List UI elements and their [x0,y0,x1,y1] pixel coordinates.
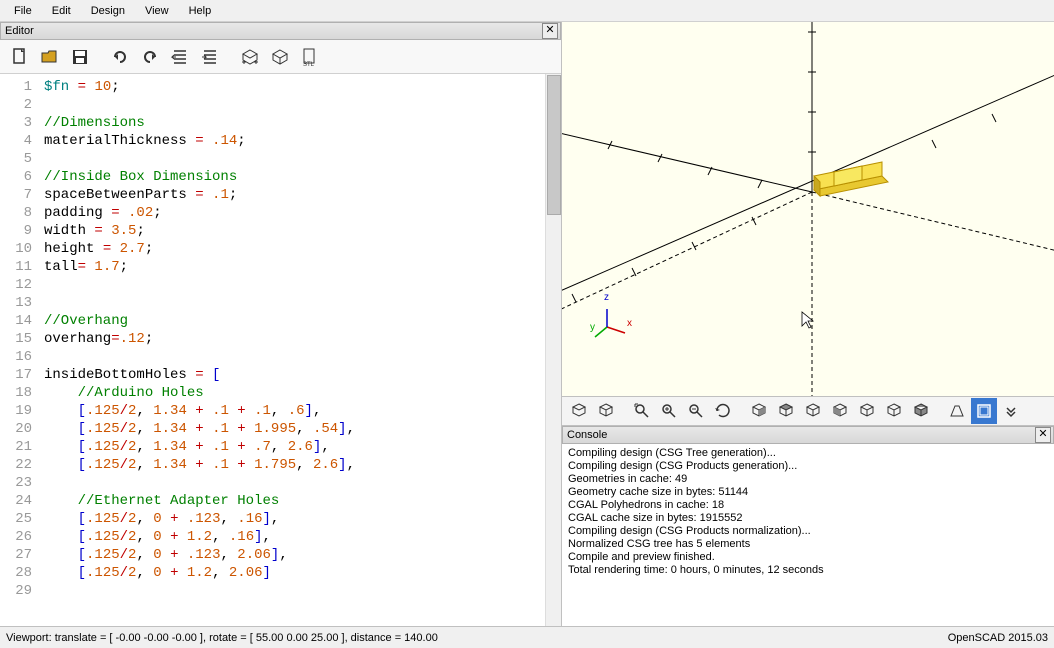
axis-z-label: z [604,292,609,303]
viewport-scene [562,22,1054,396]
menu-file[interactable]: File [4,2,42,20]
view-right-icon[interactable] [746,398,772,424]
editor-toolbar: STL [0,40,561,74]
view-diagonal-icon[interactable] [908,398,934,424]
perspective-icon[interactable] [944,398,970,424]
indent-icon[interactable] [196,43,224,71]
undo-icon[interactable] [106,43,134,71]
reset-view-icon[interactable] [710,398,736,424]
editor-close-button[interactable]: ✕ [542,23,558,39]
view-front-icon[interactable] [854,398,880,424]
render-icon[interactable] [266,43,294,71]
show-axes-icon[interactable] [971,398,997,424]
preview-icon[interactable] [236,43,264,71]
view-back-icon[interactable] [881,398,907,424]
code-editor[interactable]: 1234567891011121314151617181920212223242… [0,74,561,626]
svg-text:STL: STL [303,62,315,67]
view-top-icon[interactable] [773,398,799,424]
menu-view[interactable]: View [135,2,179,20]
console-output[interactable]: Compiling design (CSG Tree generation)..… [562,444,1054,626]
status-app-version: OpenSCAD 2015.03 [948,632,1048,644]
zoom-in-icon[interactable] [656,398,682,424]
view-bottom-icon[interactable] [800,398,826,424]
console-panel-title: Console [567,429,607,441]
axis-x-label: x [627,318,632,329]
console-close-button[interactable]: ✕ [1035,427,1051,443]
vp-render-icon[interactable] [593,398,619,424]
export-stl-icon[interactable]: STL [296,43,324,71]
menu-help[interactable]: Help [179,2,222,20]
open-icon[interactable] [36,43,64,71]
save-icon[interactable] [66,43,94,71]
new-icon[interactable] [6,43,34,71]
unindent-icon[interactable] [166,43,194,71]
axis-y-label: y [590,322,595,333]
editor-panel-header: Editor ✕ [0,22,561,40]
status-viewport-info: Viewport: translate = [ -0.00 -0.00 -0.0… [6,632,438,644]
zoom-out-icon[interactable] [683,398,709,424]
statusbar: Viewport: translate = [ -0.00 -0.00 -0.0… [0,626,1054,648]
editor-scrollbar-thumb[interactable] [547,75,561,215]
editor-scrollbar[interactable] [545,74,561,626]
menu-design[interactable]: Design [81,2,135,20]
menubar: File Edit Design View Help [0,0,1054,22]
viewport-toolbar [562,396,1054,426]
editor-panel-title: Editor [5,25,34,37]
line-gutter: 1234567891011121314151617181920212223242… [0,74,40,626]
menu-edit[interactable]: Edit [42,2,81,20]
console-panel-header: Console ✕ [562,426,1054,444]
vp-preview-icon[interactable] [566,398,592,424]
view-left-icon[interactable] [827,398,853,424]
redo-icon[interactable] [136,43,164,71]
toolbar-more-icon[interactable] [998,398,1024,424]
code-content[interactable]: $fn = 10; //DimensionsmaterialThickness … [40,74,561,626]
3d-viewport[interactable]: x y z [562,22,1054,396]
zoom-fit-icon[interactable] [629,398,655,424]
